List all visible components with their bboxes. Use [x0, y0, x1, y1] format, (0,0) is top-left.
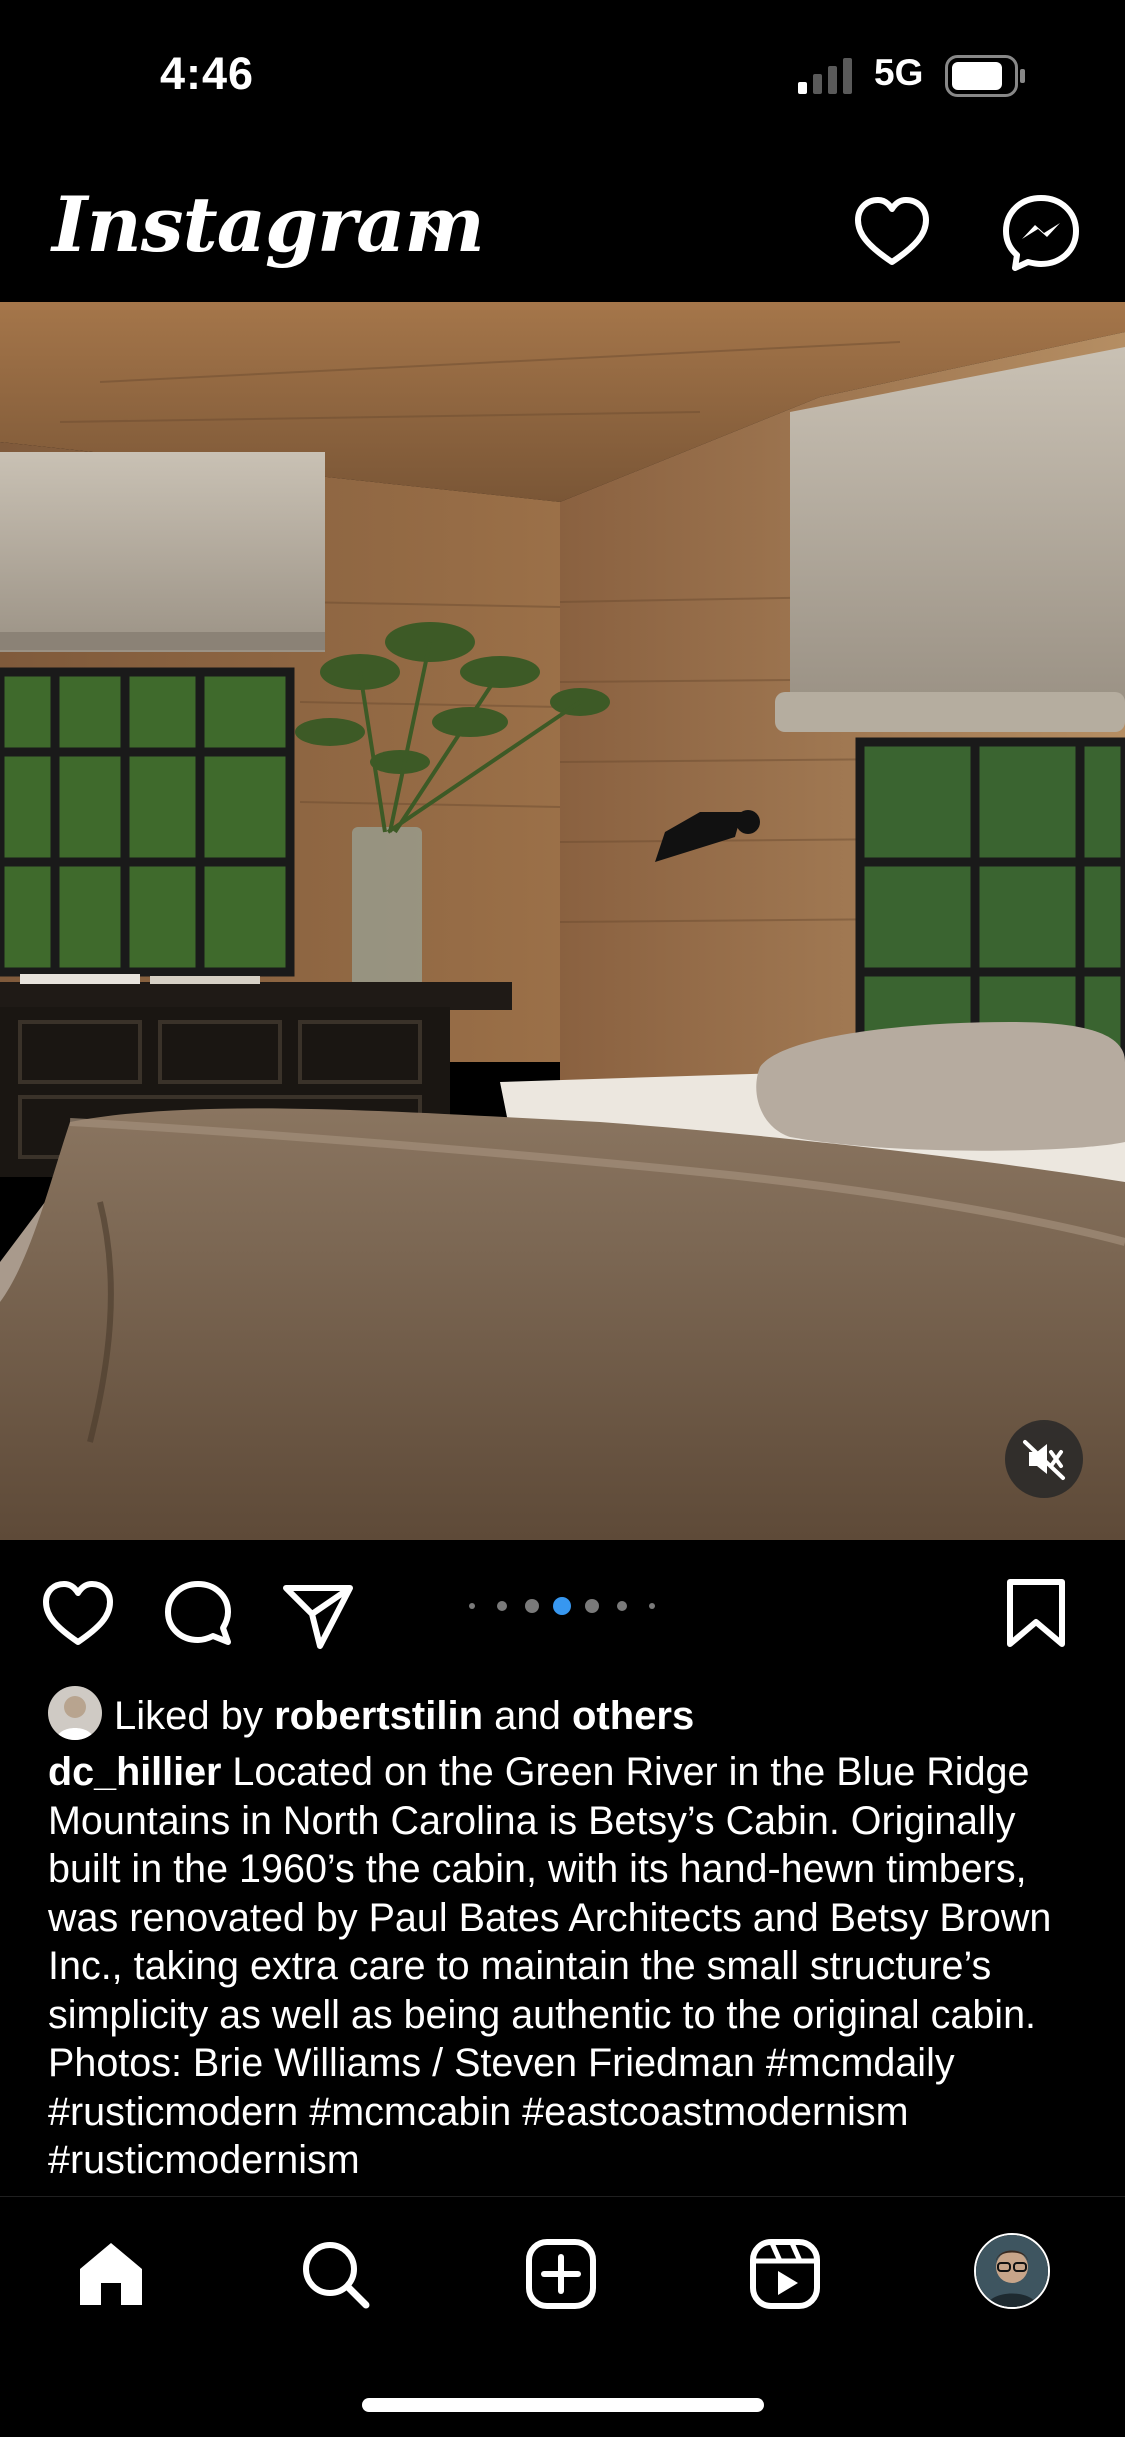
- likes-text[interactable]: Liked by robertstilin and others: [114, 1694, 694, 1739]
- likes-row[interactable]: Liked by robertstilin and others: [48, 1686, 1108, 1742]
- status-time: 4:46: [160, 48, 255, 99]
- mute-button[interactable]: [1005, 1420, 1083, 1498]
- carousel-dot: [553, 1597, 571, 1615]
- carousel-dot: [649, 1603, 655, 1609]
- likes-middle: and: [483, 1694, 572, 1738]
- chevron-down-icon[interactable]: [420, 212, 456, 248]
- caption-text: Located on the Green River in the Blue R…: [48, 1750, 1052, 2182]
- carousel-dot: [525, 1599, 539, 1613]
- battery-icon: [945, 55, 1025, 97]
- status-bar: 4:46 5G: [0, 0, 1125, 150]
- home-indicator: [362, 2398, 764, 2412]
- home-icon[interactable]: [74, 2237, 148, 2311]
- save-icon[interactable]: [998, 1576, 1074, 1652]
- profile-avatar-image: [976, 2235, 1048, 2307]
- mute-icon: [1023, 1440, 1065, 1480]
- bedroom-photo: [0, 302, 1125, 1540]
- likes-others[interactable]: others: [572, 1694, 694, 1738]
- liker-avatar-image: [56, 1696, 94, 1740]
- network-type: 5G: [874, 52, 924, 93]
- heart-icon[interactable]: [852, 192, 932, 272]
- post-photo[interactable]: [0, 302, 1125, 1540]
- carousel-dot: [497, 1601, 507, 1611]
- profile-avatar[interactable]: [974, 2233, 1050, 2309]
- carousel-dot: [469, 1603, 475, 1609]
- comment-icon[interactable]: [160, 1576, 236, 1652]
- carousel-indicator: [468, 1596, 668, 1616]
- carousel-dot: [617, 1601, 627, 1611]
- search-icon[interactable]: [298, 2237, 372, 2311]
- liker-username[interactable]: robertstilin: [274, 1694, 483, 1738]
- reels-icon[interactable]: [748, 2237, 822, 2311]
- likes-prefix: Liked by: [114, 1694, 275, 1738]
- signal-icon: [798, 58, 852, 94]
- carousel-dot: [585, 1599, 599, 1613]
- app-header: Instagram: [0, 150, 1125, 302]
- like-icon[interactable]: [40, 1576, 116, 1652]
- share-icon[interactable]: [280, 1578, 356, 1654]
- caption-username[interactable]: dc_hillier: [48, 1750, 221, 1794]
- create-icon[interactable]: [524, 2237, 598, 2311]
- messenger-icon[interactable]: [1000, 192, 1082, 274]
- liker-avatar[interactable]: [48, 1686, 102, 1740]
- post-caption[interactable]: dc_hillier Located on the Green River in…: [48, 1748, 1088, 2194]
